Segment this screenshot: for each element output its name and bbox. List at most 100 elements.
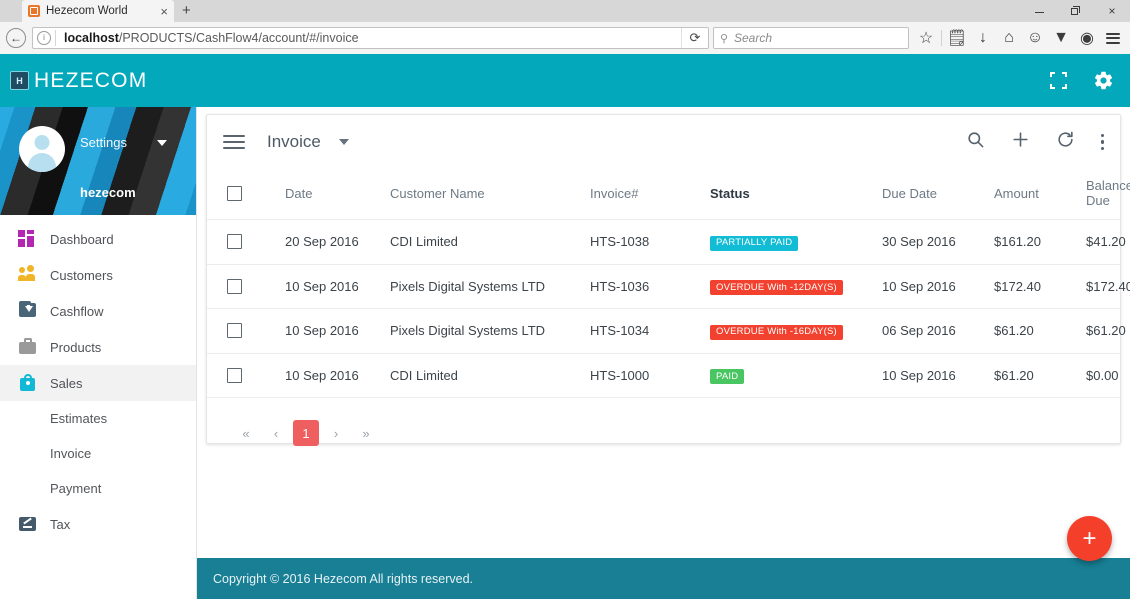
new-tab-button[interactable]: +: [182, 3, 191, 19]
profile-username: hezecom: [80, 185, 136, 200]
hamburger-icon[interactable]: [223, 135, 245, 149]
sidebar-item-label: Customers: [50, 268, 113, 283]
cell-balance-due: $172.40: [1086, 264, 1120, 309]
sync-icon[interactable]: ◉: [1074, 25, 1100, 51]
table-row[interactable]: 20 Sep 2016 CDI Limited HTS-1038 PARTIAL…: [207, 220, 1120, 265]
search-icon[interactable]: [966, 130, 985, 154]
column-header-invoice-number[interactable]: Invoice#: [590, 169, 710, 220]
account-smiley-icon[interactable]: ☺: [1022, 25, 1048, 51]
cell-date: 20 Sep 2016: [285, 220, 390, 265]
dashboard-icon: [18, 229, 38, 249]
cell-balance-due: $61.20: [1086, 309, 1120, 354]
cell-invoice-number: HTS-1000: [590, 353, 710, 398]
more-options-icon[interactable]: [1101, 134, 1105, 151]
row-select-cell: [207, 264, 285, 309]
invoice-table-head: Date Customer Name Invoice# Status Due D…: [207, 169, 1120, 220]
downloads-icon[interactable]: ↓: [970, 25, 996, 51]
cell-amount: $61.20: [994, 309, 1086, 354]
column-header-balance-due[interactable]: Balance Due: [1086, 169, 1120, 220]
column-header-customer-name[interactable]: Customer Name: [390, 169, 590, 220]
back-button[interactable]: ←: [6, 28, 26, 48]
chevron-down-icon: [157, 140, 167, 146]
cell-invoice-number: HTS-1034: [590, 309, 710, 354]
browser-nav-bar: ← i localhost/PRODUCTS/CashFlow4/account…: [0, 22, 1130, 55]
cell-amount: $61.20: [994, 353, 1086, 398]
gear-icon[interactable]: [1093, 70, 1114, 91]
sidebar-subitem-payment[interactable]: Payment: [0, 471, 196, 506]
add-icon[interactable]: [1011, 130, 1030, 154]
cell-due-date: 06 Sep 2016: [882, 309, 994, 354]
column-header-status[interactable]: Status: [710, 169, 882, 220]
maximize-button[interactable]: [1058, 0, 1094, 22]
cell-customer-name: CDI Limited: [390, 353, 590, 398]
sidebar-item-label: Sales: [50, 376, 83, 391]
avatar-body: [28, 153, 56, 172]
sidebar-item-sales[interactable]: Sales: [0, 365, 196, 401]
cell-balance-due: $0.00: [1086, 353, 1120, 398]
close-window-button[interactable]: ×: [1094, 0, 1130, 22]
site-info-icon[interactable]: i: [33, 28, 55, 48]
sidebar: Settings hezecom Dashboard Customers Cas…: [0, 107, 197, 599]
bookmark-star-icon[interactable]: ☆: [913, 25, 939, 51]
cell-status: PARTIALLY PAID: [710, 220, 882, 265]
table-row[interactable]: 10 Sep 2016 Pixels Digital Systems LTD H…: [207, 309, 1120, 354]
status-badge: OVERDUE With -16DAY(S): [710, 325, 843, 340]
row-checkbox[interactable]: [227, 279, 242, 294]
table-row[interactable]: 10 Sep 2016 CDI Limited HTS-1000 PAID 10…: [207, 353, 1120, 398]
cell-date: 10 Sep 2016: [285, 353, 390, 398]
app-bar-actions: [1050, 70, 1130, 91]
footer-copyright: Copyright © 2016 Hezecom All rights rese…: [213, 572, 473, 586]
favicon-icon: [28, 5, 40, 17]
row-checkbox[interactable]: [227, 368, 242, 383]
cell-date: 10 Sep 2016: [285, 264, 390, 309]
sidebar-item-tax[interactable]: Tax: [0, 506, 196, 542]
window-controls: ×: [1022, 0, 1130, 22]
url-path: /PRODUCTS/CashFlow4/account/#/invoice: [119, 31, 359, 45]
pagination-page-1[interactable]: 1: [293, 420, 319, 446]
cell-customer-name: Pixels Digital Systems LTD: [390, 264, 590, 309]
pagination-prev[interactable]: ‹: [263, 420, 289, 446]
reload-icon[interactable]: ⟳: [681, 28, 708, 48]
row-checkbox[interactable]: [227, 234, 242, 249]
table-header-row: Date Customer Name Invoice# Status Due D…: [207, 169, 1120, 220]
pagination-next[interactable]: ›: [323, 420, 349, 446]
sidebar-item-dashboard[interactable]: Dashboard: [0, 221, 196, 257]
pagination-last[interactable]: »: [353, 420, 379, 446]
home-icon[interactable]: ⌂: [996, 25, 1022, 51]
sidebar-item-products[interactable]: Products: [0, 329, 196, 365]
url-bar[interactable]: i localhost/PRODUCTS/CashFlow4/account/#…: [32, 27, 709, 49]
chevron-down-icon[interactable]: [339, 139, 349, 145]
sidebar-subitem-invoice[interactable]: Invoice: [0, 436, 196, 471]
pocket-icon[interactable]: ▼: [1048, 25, 1074, 51]
sidebar-item-label: Cashflow: [50, 304, 103, 319]
row-checkbox[interactable]: [227, 323, 242, 338]
browser-tab[interactable]: Hezecom World ×: [22, 0, 174, 22]
browser-search-bar[interactable]: ⚲ Search: [713, 27, 909, 49]
row-select-cell: [207, 353, 285, 398]
select-all-checkbox[interactable]: [227, 186, 242, 201]
column-header-amount[interactable]: Amount: [994, 169, 1086, 220]
url-host: localhost: [64, 31, 119, 45]
brand[interactable]: H HEZECOM: [0, 69, 147, 93]
table-row[interactable]: 10 Sep 2016 Pixels Digital Systems LTD H…: [207, 264, 1120, 309]
hamburger-menu-icon[interactable]: [1100, 25, 1126, 51]
avatar-head: [35, 135, 50, 150]
sidebar-item-cashflow[interactable]: Cashflow: [0, 293, 196, 329]
library-icon[interactable]: 🗒: [944, 25, 970, 51]
cell-invoice-number: HTS-1038: [590, 220, 710, 265]
profile-settings-toggle[interactable]: Settings: [80, 135, 167, 150]
add-invoice-fab[interactable]: +: [1067, 516, 1112, 561]
close-icon[interactable]: ×: [156, 5, 168, 18]
fullscreen-icon[interactable]: [1050, 72, 1067, 89]
cell-due-date: 10 Sep 2016: [882, 353, 994, 398]
sidebar-item-customers[interactable]: Customers: [0, 257, 196, 293]
cell-status: PAID: [710, 353, 882, 398]
cashflow-icon: [18, 301, 38, 321]
column-header-due-date[interactable]: Due Date: [882, 169, 994, 220]
minimize-button[interactable]: [1022, 0, 1058, 22]
avatar[interactable]: [19, 126, 65, 172]
refresh-icon[interactable]: [1056, 130, 1075, 154]
column-header-date[interactable]: Date: [285, 169, 390, 220]
sidebar-subitem-estimates[interactable]: Estimates: [0, 401, 196, 436]
pagination-first[interactable]: «: [233, 420, 259, 446]
